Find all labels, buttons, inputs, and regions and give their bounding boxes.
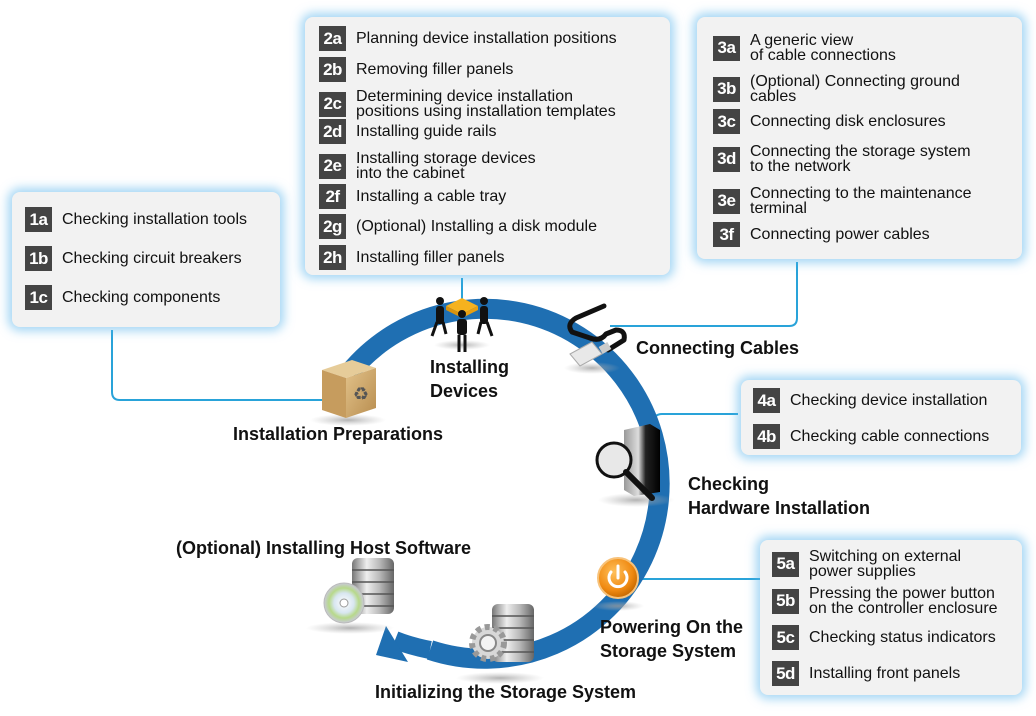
step-badge: 5c: [772, 625, 799, 650]
step-2c[interactable]: 2c Determining device installation posit…: [319, 88, 616, 120]
step-text: Checking installation tools: [62, 211, 247, 228]
cycle-arc-tail: [391, 631, 432, 659]
step-badge: 3f: [713, 222, 740, 247]
step-text: A generic view of cable connections: [750, 32, 896, 64]
step-badge: 3d: [713, 146, 740, 172]
step-badge: 3c: [713, 109, 740, 134]
step-text: (Optional) Installing a disk module: [356, 218, 598, 235]
step-badge: 1a: [25, 207, 52, 232]
connector-phase-1: [111, 330, 330, 401]
step-text: (Optional) Connecting ground cables: [750, 73, 960, 105]
step-badge: 4b: [753, 424, 780, 449]
step-badge: 4a: [753, 388, 780, 413]
step-badge: 3b: [713, 76, 740, 102]
step-badge: 5a: [772, 551, 799, 577]
phase-label-installing-devices: Installing Devices: [430, 357, 510, 401]
step-text: Switching on external power supplies: [809, 548, 962, 580]
phase-label-checking-hardware: Checking Hardware Installation: [688, 474, 871, 518]
phase-label-powering-on: Powering On the Storage System: [600, 617, 744, 661]
step-5a[interactable]: 5a Switching on external power supplies: [772, 548, 962, 580]
step-badge: 2c: [319, 91, 346, 117]
step-panel-2: 2a Planning device installation position…: [305, 17, 670, 275]
step-text: Connecting the storage system to the net…: [750, 143, 971, 175]
step-1b[interactable]: 1b Checking circuit breakers: [25, 246, 242, 271]
step-3d[interactable]: 3d Connecting the storage system to the …: [713, 143, 971, 175]
step-text: Checking circuit breakers: [62, 250, 242, 267]
step-text: Connecting to the maintenance terminal: [750, 185, 972, 217]
cardboard-box-icon: ♻: [310, 360, 386, 426]
step-text: Checking cable connections: [790, 428, 990, 445]
step-text: Installing guide rails: [356, 123, 497, 140]
step-2g[interactable]: 2g (Optional) Installing a disk module: [319, 214, 597, 239]
step-3a[interactable]: 3a A generic view of cable connections: [713, 32, 896, 64]
svg-text:♻: ♻: [353, 384, 369, 404]
step-2a[interactable]: 2a Planning device installation position…: [319, 26, 617, 51]
step-text: Connecting power cables: [750, 226, 930, 243]
step-text: Checking status indicators: [809, 629, 996, 646]
step-badge: 5d: [772, 661, 799, 686]
step-2b[interactable]: 2b Removing filler panels: [319, 57, 513, 82]
step-text: Planning device installation positions: [356, 30, 617, 47]
step-badge: 1b: [25, 246, 52, 271]
step-text: Connecting disk enclosures: [750, 113, 946, 130]
step-panel-3: 3a A generic view of cable connections 3…: [697, 17, 1022, 259]
step-badge: 2g: [319, 214, 346, 239]
step-badge: 2a: [319, 26, 346, 51]
step-3f[interactable]: 3f Connecting power cables: [713, 222, 930, 247]
step-text: Pressing the power button on the control…: [809, 585, 998, 617]
step-text: Installing front panels: [809, 665, 961, 682]
step-text: Determining device installation position…: [356, 88, 616, 120]
phase-label-initializing: Initializing the Storage System: [375, 682, 637, 702]
step-badge: 1c: [25, 285, 52, 310]
storage-gear-icon: [456, 604, 544, 684]
step-text: Checking components: [62, 289, 221, 306]
step-panel-5: 5a Switching on external power supplies …: [760, 540, 1022, 695]
step-panel-1: 1a Checking installation tools 1b Checki…: [12, 192, 280, 327]
step-5b[interactable]: 5b Pressing the power button on the cont…: [772, 585, 998, 617]
step-badge: 2f: [319, 184, 346, 209]
step-text: Installing storage devices into the cabi…: [356, 150, 536, 182]
step-2h[interactable]: 2h Installing filler panels: [319, 245, 505, 270]
step-3e[interactable]: 3e Connecting to the maintenance termina…: [713, 185, 972, 217]
step-text: Removing filler panels: [356, 61, 514, 78]
phase-label-host-software: (Optional) Installing Host Software: [176, 538, 472, 558]
step-badge: 2b: [319, 57, 346, 82]
step-text: Installing filler panels: [356, 249, 505, 266]
step-badge: 2d: [319, 119, 346, 144]
step-panel-4: 4a Checking device installation 4b Check…: [741, 380, 1021, 455]
step-5d[interactable]: 5d Installing front panels: [772, 661, 960, 686]
step-3b[interactable]: 3b (Optional) Connecting ground cables: [713, 73, 960, 105]
step-badge: 2h: [319, 245, 346, 270]
step-1a[interactable]: 1a Checking installation tools: [25, 207, 247, 232]
step-4a[interactable]: 4a Checking device installation: [753, 388, 987, 413]
step-text: Checking device installation: [790, 392, 988, 409]
phase-label-installation-preparations: Installation Preparations: [233, 424, 444, 444]
step-badge: 5b: [772, 588, 799, 614]
connector-phase-4: [653, 413, 738, 432]
step-text: Installing a cable tray: [356, 188, 507, 205]
step-2e[interactable]: 2e Installing storage devices into the c…: [319, 150, 536, 182]
step-5c[interactable]: 5c Checking status indicators: [772, 625, 996, 650]
step-1c[interactable]: 1c Checking components: [25, 285, 220, 310]
phase-label-connecting-cables: Connecting Cables: [636, 338, 800, 358]
step-2f[interactable]: 2f Installing a cable tray: [319, 184, 506, 209]
step-4b[interactable]: 4b Checking cable connections: [753, 424, 989, 449]
step-2d[interactable]: 2d Installing guide rails: [319, 119, 497, 144]
step-badge: 3a: [713, 35, 740, 61]
storage-disc-icon: [306, 558, 394, 634]
step-badge: 2e: [319, 153, 346, 179]
step-3c[interactable]: 3c Connecting disk enclosures: [713, 109, 946, 134]
step-badge: 3e: [713, 188, 740, 214]
